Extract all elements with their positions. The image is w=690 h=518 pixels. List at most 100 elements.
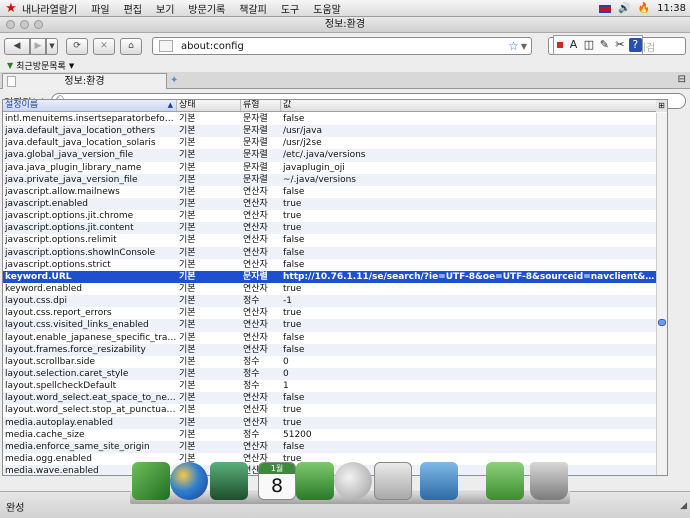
table-row[interactable]: intl.menuitems.insertseparatorbeforeacce… <box>3 113 657 125</box>
scrollbar-thumb[interactable] <box>658 319 666 326</box>
table-row[interactable]: layout.frames.force_resizability 기본 연산자 fal… <box>3 343 657 356</box>
pref-type: 정수 <box>243 356 260 367</box>
table-row[interactable]: java.global_java_version_file 기본 문자렬/etc/.… <box>3 149 657 162</box>
close-window-button[interactable] <box>6 20 15 29</box>
table-row[interactable]: layout.word_select.eat_space_to_next_wor… <box>3 392 657 405</box>
window-titlebar[interactable]: 정보:환경 <box>0 17 690 33</box>
clock[interactable]: 11:38 <box>657 3 686 14</box>
menu-edit[interactable]: 편집 <box>124 1 142 16</box>
pref-status: 기본 <box>179 235 196 246</box>
table-row[interactable]: media.autoplay.enabled 기본 연산자 true <box>3 416 657 429</box>
new-tab-icon[interactable]: ✦ <box>170 75 178 86</box>
table-row[interactable]: javascript.enabled 기본 연산자 true <box>3 197 657 211</box>
media-player-app-icon[interactable] <box>210 462 248 500</box>
stop-button[interactable]: ✕ <box>93 37 115 55</box>
url-input[interactable]: about:config <box>181 41 508 52</box>
pref-type: 정수 <box>243 296 260 307</box>
table-row[interactable]: media.cache_size 기본 정수 51200 <box>3 429 657 441</box>
keyboard-icon[interactable]: ◫ <box>582 38 595 52</box>
column-header-value[interactable]: 값 <box>281 100 667 111</box>
table-row[interactable]: keyword.enabled 기본 연산자 true <box>3 283 657 295</box>
table-row[interactable]: keyword.URL 기본 문자렬 http://10.76.1.11/se/sea… <box>3 270 657 283</box>
resize-grip-icon[interactable]: ◢ <box>680 501 687 511</box>
column-header-name[interactable]: 설정이름 ▲ <box>3 100 177 111</box>
pref-type: 문자렬 <box>243 138 268 149</box>
trash-app-icon[interactable] <box>530 462 568 500</box>
zoom-window-button[interactable] <box>34 20 43 29</box>
pref-name: layout.word_select.stop_at_punctuation <box>5 405 177 416</box>
menu-file[interactable]: 파일 <box>91 1 109 16</box>
url-dropdown-icon[interactable]: ▼ <box>521 42 527 51</box>
file-search-app-icon[interactable] <box>334 462 372 500</box>
tools-icon[interactable]: ✂ <box>613 38 626 52</box>
table-row[interactable]: layout.css.visited_links_enabled 기본 연산자 tru… <box>3 319 657 332</box>
table-row[interactable]: java.private_java_version_file 기본 문자렬 ~/.ja… <box>3 173 657 186</box>
pref-status: 기본 <box>179 150 196 161</box>
red-star-menu-icon[interactable]: ★ <box>0 1 22 16</box>
bookmark-star-icon[interactable]: ☆ <box>508 39 519 53</box>
url-bar[interactable]: about:config ☆ ▼ <box>152 37 532 55</box>
system-tools-app-icon[interactable] <box>420 462 458 500</box>
pref-name: media.cache_size <box>5 429 85 440</box>
back-button[interactable]: ◀ <box>4 37 30 55</box>
table-row[interactable]: layout.css.report_errors 기본 연산자 true <box>3 307 657 319</box>
table-row[interactable]: javascript.options.strict 기본 연산자 false <box>3 259 657 271</box>
recent-history-bookmark[interactable]: 최근방문목록 <box>16 59 66 72</box>
column-header-type[interactable]: 류형 <box>241 100 281 111</box>
window-title: 정보:환경 <box>324 19 366 30</box>
pref-type: 연산자 <box>243 198 268 209</box>
pref-value: true <box>283 283 302 294</box>
table-row[interactable]: javascript.options.jit.chrome 기본 연산자 true <box>3 210 657 222</box>
history-dropdown-button[interactable]: ▼ <box>46 37 58 55</box>
home-button[interactable]: ⌂ <box>120 37 142 55</box>
menu-view[interactable]: 보기 <box>156 1 174 16</box>
downloads-folder-app-icon[interactable] <box>486 462 524 500</box>
tab-config[interactable]: 정보:환경 <box>2 73 167 89</box>
input-language-flag-icon[interactable] <box>599 4 612 13</box>
menu-bookmarks[interactable]: 책갈피 <box>239 1 267 16</box>
table-row[interactable]: media.enforce_same_site_origin 기본 연산자 false <box>3 440 657 453</box>
help-icon[interactable]: ? <box>628 38 643 52</box>
pref-value: ~/.java/versions <box>283 174 356 185</box>
table-row[interactable]: javascript.options.jit.content 기본 연산자 true <box>3 222 657 235</box>
menu-help[interactable]: 도움말 <box>313 1 341 16</box>
pref-status: 기본 <box>179 296 196 307</box>
menu-tools[interactable]: 도구 <box>281 1 299 16</box>
vertical-scrollbar[interactable] <box>656 113 667 475</box>
reload-button[interactable]: ⟳ <box>66 37 88 55</box>
column-picker-icon[interactable]: ⊞ <box>656 100 667 112</box>
table-row[interactable]: layout.scrollbar.side 기본 정수 0 <box>3 356 657 368</box>
pref-name: java.java_plugin_library_name <box>5 162 142 173</box>
pref-status: 기본 <box>179 368 196 379</box>
browser-globe-app-icon[interactable] <box>170 462 208 500</box>
pref-value: http://10.76.1.11/se/search/?ie=UTF-8&oe… <box>283 271 657 282</box>
notification-flame-icon[interactable]: 🔥 <box>638 3 650 14</box>
pen-icon[interactable]: ✎ <box>598 38 611 52</box>
calendar-app-icon[interactable]: 1월 8 <box>258 462 296 500</box>
calculator-app-icon[interactable] <box>374 462 412 500</box>
forward-button[interactable]: ▶ <box>30 37 46 55</box>
table-row[interactable]: layout.selection.caret_style 기본 정수 0 <box>3 367 657 381</box>
table-row[interactable]: layout.spellcheckDefault 기본 정수 1 <box>3 380 657 392</box>
volume-icon[interactable]: 🔊 <box>618 3 630 14</box>
table-row[interactable]: layout.css.dpi 기본 정수 -1 <box>3 295 657 308</box>
table-row[interactable]: layout.enable_japanese_specific_transfor… <box>3 332 657 344</box>
pref-type: 연산자 <box>243 211 268 222</box>
table-row[interactable]: javascript.options.showInConsole 기본 연산자 fal… <box>3 246 657 259</box>
table-row[interactable]: layout.word_select.stop_at_punctuation 기본… <box>3 404 657 416</box>
address-book-app-icon[interactable] <box>132 462 170 500</box>
menu-app-name[interactable]: 내나라열람기 <box>22 1 77 16</box>
table-row[interactable]: java.default_java_location_solaris 기본 문자렬 /… <box>3 137 657 149</box>
minimize-window-button[interactable] <box>20 20 29 29</box>
table-row[interactable]: java.default_java_location_others 기본 문자렬/u… <box>3 125 657 138</box>
table-row[interactable]: java.java_plugin_library_name 기본 문자렬 javapl… <box>3 162 657 174</box>
input-method-palette: A ◫ ✎ ✂ ? <box>553 35 643 55</box>
font-icon[interactable]: A <box>567 38 580 52</box>
contacts-app-icon[interactable] <box>296 462 334 500</box>
menu-history[interactable]: 방문기록 <box>188 1 225 16</box>
tab-list-icon[interactable]: ⊟ <box>678 74 686 85</box>
bookmark-dropdown-icon[interactable]: ▼ <box>69 62 74 70</box>
table-row[interactable]: javascript.allow.mailnews 기본 연산자 false <box>3 186 657 198</box>
table-row[interactable]: javascript.options.relimit 기본 연산자 false <box>3 234 657 246</box>
column-header-status[interactable]: 상태 <box>177 100 241 111</box>
